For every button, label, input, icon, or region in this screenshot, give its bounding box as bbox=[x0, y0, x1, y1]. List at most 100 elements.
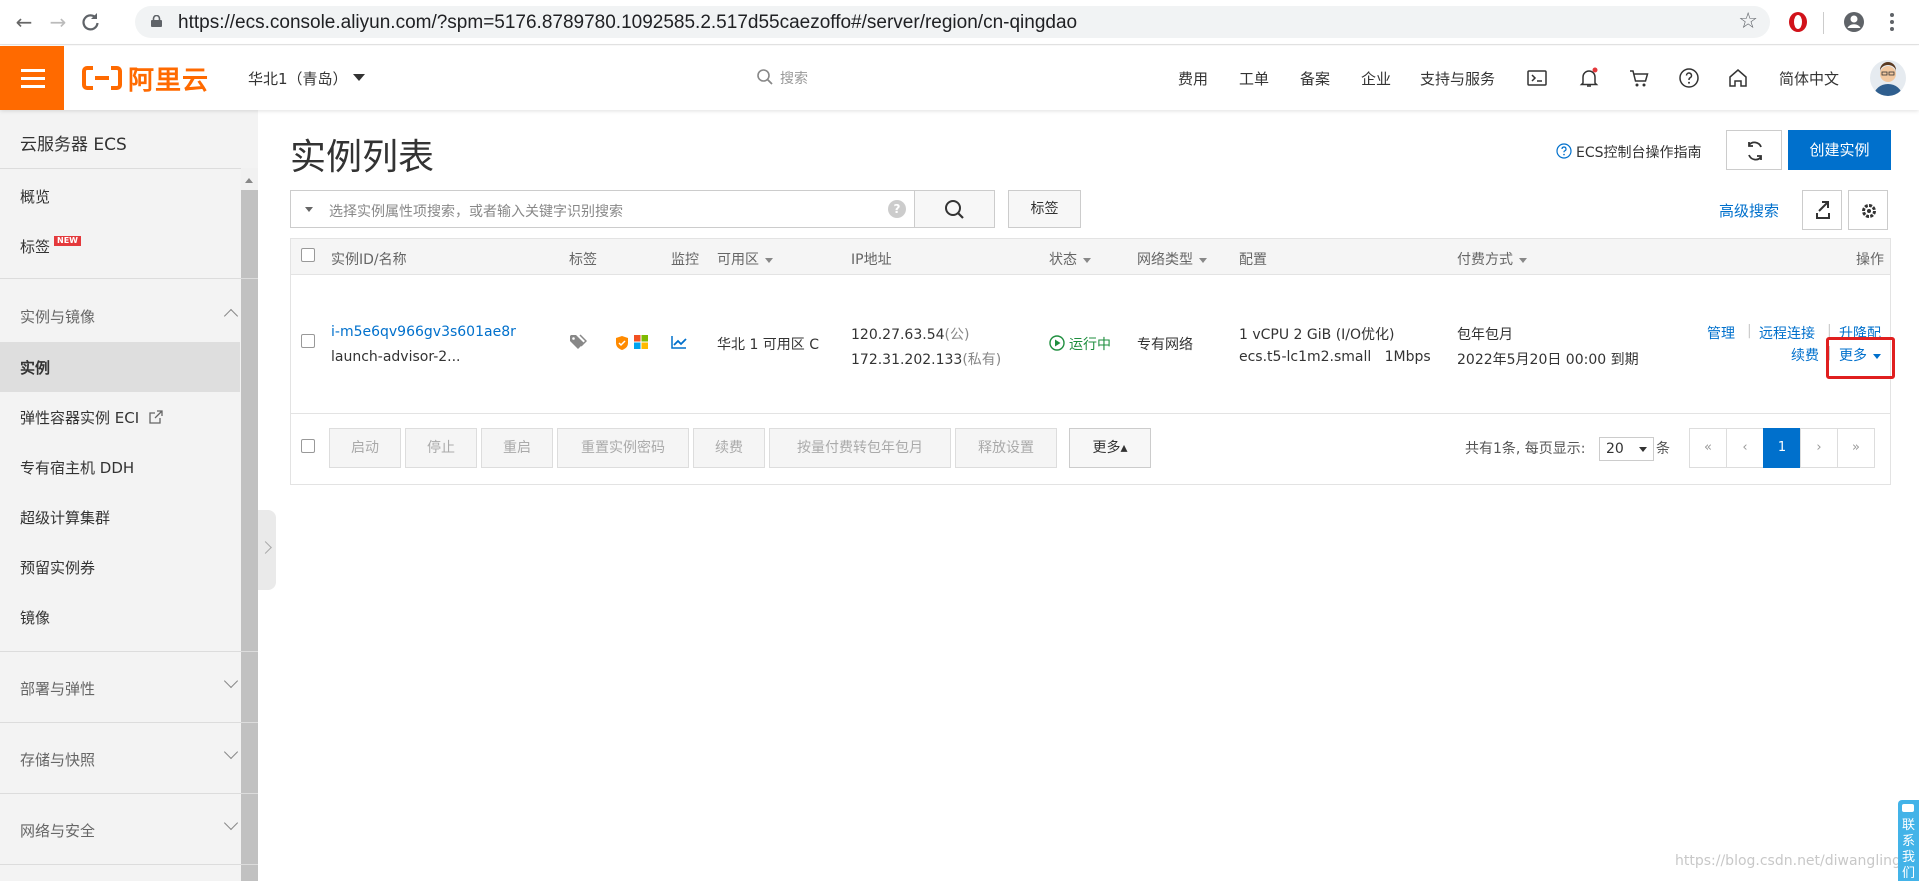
instance-id-link[interactable]: i-m5e6qv966gv3s601ae8r bbox=[331, 324, 516, 340]
private-ip: 172.31.202.133(私有) bbox=[851, 349, 1001, 369]
sidebar-item-tags[interactable]: 标签 NEW bbox=[20, 236, 81, 257]
restart-button[interactable]: 重启 bbox=[481, 428, 553, 468]
start-button[interactable]: 启动 bbox=[329, 428, 401, 468]
search-button[interactable] bbox=[915, 190, 995, 228]
annotation-highlight-box bbox=[1826, 337, 1895, 379]
row-checkbox[interactable] bbox=[301, 334, 315, 348]
security-shield-icon[interactable] bbox=[615, 335, 629, 351]
console-guide-link[interactable]: ECS控制台操作指南 bbox=[1576, 142, 1702, 162]
sidebar-item-instances[interactable]: 实例 bbox=[20, 357, 50, 378]
new-badge: NEW bbox=[54, 236, 81, 246]
sidebar-item-overview[interactable]: 概览 bbox=[20, 186, 50, 207]
reload-icon[interactable] bbox=[78, 10, 102, 34]
sidebar-group-instances[interactable]: 实例与镜像 bbox=[20, 306, 95, 327]
remote-connect-link[interactable]: 远程连接 bbox=[1759, 323, 1815, 343]
sidebar-item-images[interactable]: 镜像 bbox=[20, 607, 50, 628]
col-status[interactable]: 状态 bbox=[1049, 249, 1091, 269]
sidebar-divider bbox=[0, 722, 258, 723]
sidebar-collapse-handle[interactable] bbox=[258, 510, 276, 590]
instance-search-input[interactable]: 选择实例属性项搜索，或者输入关键字识别搜索 ? bbox=[290, 190, 915, 228]
col-monitor: 监控 bbox=[671, 252, 699, 268]
bell-icon[interactable] bbox=[1578, 67, 1600, 89]
export-button[interactable] bbox=[1802, 190, 1842, 230]
first-page-button[interactable]: « bbox=[1689, 428, 1727, 468]
monitor-chart-icon[interactable] bbox=[671, 335, 687, 349]
sidebar-divider bbox=[0, 793, 258, 794]
nav-tickets[interactable]: 工单 bbox=[1239, 68, 1269, 89]
sidebar-item-ddh[interactable]: 专有宿主机 DDH bbox=[20, 457, 134, 478]
last-page-button[interactable]: » bbox=[1837, 428, 1875, 468]
sidebar-group-deploy[interactable]: 部署与弹性 bbox=[20, 678, 95, 699]
footer-select-all-checkbox[interactable] bbox=[301, 439, 315, 453]
sidebar-group-storage[interactable]: 存储与快照 bbox=[20, 749, 95, 770]
contact-us-tab[interactable]: 联系我们 bbox=[1898, 800, 1919, 881]
col-billing[interactable]: 付费方式 bbox=[1457, 249, 1527, 269]
page-size-select[interactable]: 20 bbox=[1599, 437, 1654, 461]
convert-to-subscription-button[interactable]: 按量付费转包年包月 bbox=[769, 428, 951, 468]
more-batch-button[interactable]: 更多▴ bbox=[1069, 428, 1151, 468]
prev-page-button[interactable]: ‹ bbox=[1726, 428, 1764, 468]
sidebar-title: 云服务器 ECS bbox=[20, 135, 127, 155]
avatar[interactable] bbox=[1870, 60, 1906, 96]
toolbar-divider bbox=[1823, 12, 1824, 34]
col-zone[interactable]: 可用区 bbox=[717, 249, 773, 269]
nav-enterprise[interactable]: 企业 bbox=[1361, 68, 1391, 89]
address-bar[interactable]: https://ecs.console.aliyun.com/?spm=5176… bbox=[135, 6, 1770, 38]
scroll-up-arrow-icon[interactable] bbox=[245, 178, 253, 183]
sidebar-item-scc[interactable]: 超级计算集群 bbox=[20, 507, 110, 528]
page-1-button[interactable]: 1 bbox=[1763, 428, 1801, 468]
col-status-label: 状态 bbox=[1049, 252, 1077, 268]
question-icon[interactable]: ? bbox=[888, 200, 906, 218]
nav-icp[interactable]: 备案 bbox=[1300, 68, 1330, 89]
manage-link[interactable]: 管理 bbox=[1707, 323, 1735, 343]
advanced-search-link[interactable]: 高级搜索 bbox=[1719, 200, 1779, 221]
home-icon[interactable] bbox=[1727, 67, 1749, 89]
global-search-input[interactable]: 搜索 bbox=[780, 68, 808, 88]
table-settings-button[interactable] bbox=[1848, 190, 1888, 230]
back-icon[interactable]: ← bbox=[12, 10, 36, 34]
public-ip-label: (公) bbox=[944, 327, 970, 343]
region-selector[interactable]: 华北1（青岛） bbox=[248, 68, 348, 89]
terminal-icon[interactable] bbox=[1526, 67, 1548, 89]
release-settings-button[interactable]: 释放设置 bbox=[955, 428, 1057, 468]
url-text[interactable]: https://ecs.console.aliyun.com/?spm=5176… bbox=[178, 12, 1077, 34]
sidebar-item-eci[interactable]: 弹性容器实例 ECI bbox=[20, 407, 163, 428]
sidebar-group-network[interactable]: 网络与安全 bbox=[20, 820, 95, 841]
sidebar-item-reserved[interactable]: 预留实例券 bbox=[20, 557, 95, 578]
bookmark-star-icon[interactable]: ☆ bbox=[1738, 9, 1758, 34]
caret-down-icon bbox=[1639, 447, 1647, 452]
nav-billing[interactable]: 费用 bbox=[1178, 68, 1208, 89]
scrollbar-thumb[interactable] bbox=[241, 190, 258, 881]
help-icon[interactable] bbox=[1678, 67, 1700, 89]
forward-icon[interactable]: → bbox=[46, 10, 70, 34]
opera-extension-icon[interactable] bbox=[1786, 10, 1810, 34]
cart-icon[interactable] bbox=[1628, 67, 1650, 89]
chevron-down-icon[interactable] bbox=[223, 744, 239, 760]
renew-button[interactable]: 续费 bbox=[693, 428, 765, 468]
tag-filter-button[interactable]: 标签 bbox=[1008, 190, 1081, 228]
nav-support[interactable]: 支持与服务 bbox=[1420, 68, 1495, 89]
refresh-button[interactable] bbox=[1726, 130, 1782, 170]
col-network[interactable]: 网络类型 bbox=[1137, 249, 1207, 269]
next-page-button[interactable]: › bbox=[1800, 428, 1838, 468]
aliyun-logo[interactable]: 阿里云 bbox=[82, 64, 209, 96]
chevron-down-icon[interactable] bbox=[223, 673, 239, 689]
hamburger-menu-icon[interactable] bbox=[0, 46, 64, 110]
tag-icon[interactable] bbox=[569, 334, 587, 350]
caret-down-icon bbox=[765, 257, 773, 263]
create-instance-button[interactable]: 创建实例 bbox=[1788, 130, 1891, 170]
chevron-down-icon[interactable] bbox=[223, 815, 239, 831]
col-billing-label: 付费方式 bbox=[1457, 252, 1513, 268]
chevron-up-icon[interactable] bbox=[223, 308, 239, 324]
browser-menu-icon[interactable] bbox=[1880, 10, 1904, 34]
account-icon[interactable] bbox=[1842, 10, 1866, 34]
renew-link[interactable]: 续费 bbox=[1791, 345, 1819, 365]
caret-down-icon[interactable] bbox=[305, 207, 313, 212]
select-all-checkbox[interactable] bbox=[301, 248, 315, 262]
language-selector[interactable]: 简体中文 bbox=[1779, 68, 1839, 89]
stop-button[interactable]: 停止 bbox=[405, 428, 477, 468]
network-type: 专有网络 bbox=[1137, 337, 1193, 353]
search-icon[interactable] bbox=[756, 68, 774, 86]
caret-down-icon[interactable] bbox=[353, 74, 365, 81]
reset-password-button[interactable]: 重置实例密码 bbox=[557, 428, 689, 468]
